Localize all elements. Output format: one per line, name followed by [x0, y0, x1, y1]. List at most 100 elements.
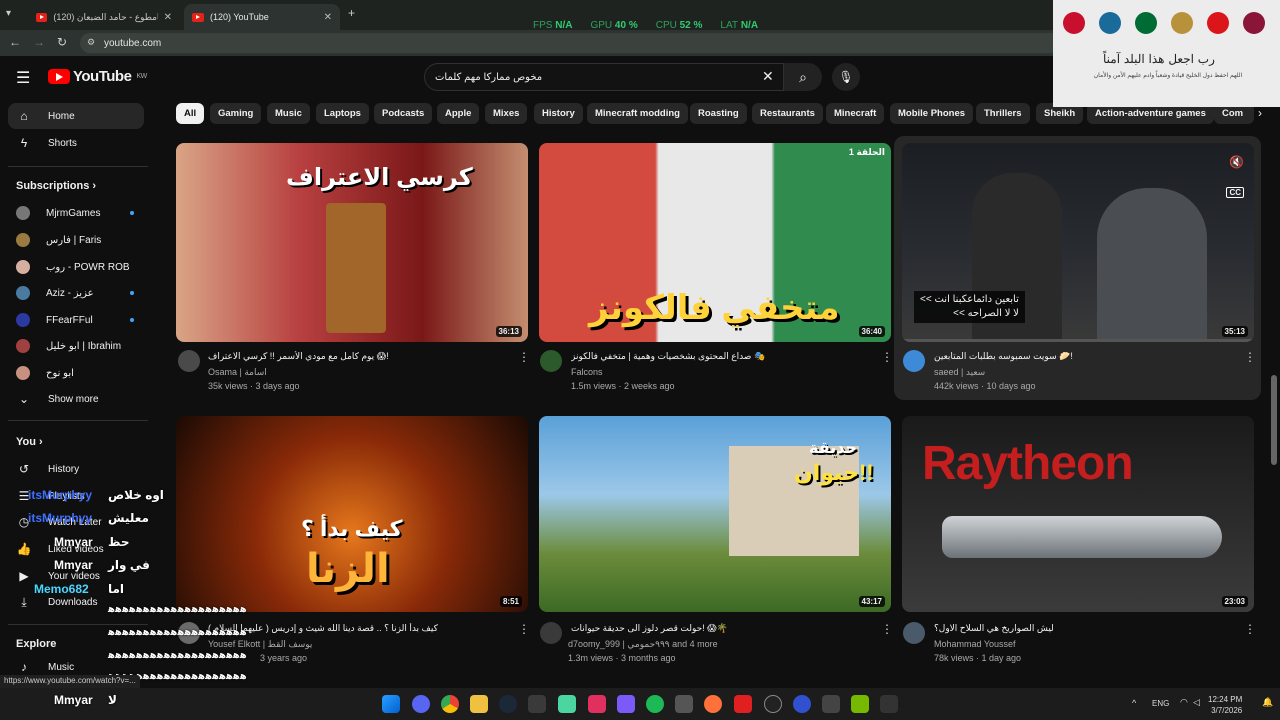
video-thumbnail[interactable]: Raytheon 23:03 [902, 416, 1254, 612]
mute-icon[interactable]: 🔇 [1229, 155, 1244, 169]
close-tab-icon[interactable]: ✕ [324, 12, 332, 23]
chip-8[interactable]: Minecraft modding [587, 103, 688, 124]
app-icon[interactable] [822, 695, 840, 713]
volume-icon[interactable]: ◁ [1193, 697, 1200, 708]
more-options-icon[interactable]: ⋮ [518, 350, 530, 364]
video-thumbnail[interactable]: << تابعين دائماعكبنا انت << لا لا الصراح… [902, 143, 1254, 342]
new-tab-button[interactable]: + [348, 6, 355, 20]
chip-11[interactable]: Minecraft [826, 103, 885, 124]
chip-9[interactable]: Roasting [690, 103, 747, 124]
chips-next-icon[interactable]: › [1258, 106, 1262, 120]
app-icon[interactable] [675, 695, 693, 713]
more-options-icon[interactable]: ⋮ [1244, 622, 1256, 636]
back-arrow-icon[interactable]: ← [9, 35, 21, 49]
youtube-logo[interactable]: YouTube KW [48, 68, 147, 85]
reload-icon[interactable]: ↻ [57, 35, 67, 49]
app-icon[interactable] [793, 695, 811, 713]
wifi-icon[interactable]: ◠ [1180, 697, 1188, 708]
sidebar-item-shorts[interactable]: ϟ Shorts [8, 130, 144, 156]
nvidia-icon[interactable] [851, 695, 869, 713]
tray-chevron-icon[interactable]: ^ [1132, 698, 1136, 708]
taskbar-clock[interactable]: 12:24 PM 3/7/2026 [1208, 694, 1242, 716]
video-channel[interactable]: Mohammad Youssef [934, 639, 1016, 649]
file-explorer-icon[interactable] [470, 695, 488, 713]
browser-tab-1[interactable]: (120) يامطوع - حامد الضبعان ✕ [28, 4, 180, 30]
channel-avatar[interactable] [540, 622, 562, 644]
sidebar-subscriptions-heading[interactable]: Subscriptions › [16, 180, 96, 192]
tab-list-icon[interactable]: ▾ [6, 8, 11, 19]
windows-start-icon[interactable] [382, 695, 400, 713]
app-icon[interactable] [558, 695, 576, 713]
sidebar-you-heading[interactable]: You › [16, 436, 43, 448]
chip-10[interactable]: Restaurants [752, 103, 823, 124]
video-title[interactable]: سويت سمبوسه بطلبات المتابعين 🥟! [934, 351, 1234, 362]
page-scrollbar-thumb[interactable] [1271, 375, 1277, 465]
chip-7[interactable]: History [534, 103, 583, 124]
channel-avatar[interactable] [540, 350, 562, 372]
app-icon[interactable] [588, 695, 606, 713]
hamburger-menu-icon[interactable]: ☰ [16, 68, 30, 88]
notification-icon[interactable]: 🔔 [1262, 697, 1273, 708]
video-channel[interactable]: Yousef Elkott | يوسف القط [208, 639, 312, 650]
address-bar[interactable]: ⚙ youtube.com [80, 33, 1060, 53]
firefox-icon[interactable] [704, 695, 722, 713]
obs-icon[interactable] [764, 695, 782, 713]
chip-3[interactable]: Laptops [316, 103, 369, 124]
sidebar-sub-1[interactable]: فارس | Faris [8, 227, 144, 253]
video-channel[interactable]: d7oomy_999 | ٩٩٩حمومي and 4 more [568, 639, 718, 650]
closed-captions-icon[interactable]: CC [1226, 187, 1244, 198]
clear-search-icon[interactable]: ✕ [762, 68, 774, 85]
app-icon[interactable] [617, 695, 635, 713]
video-thumbnail[interactable]: حديقة حيوان!! 43:17 [539, 416, 891, 612]
chip-6[interactable]: Mixes [485, 103, 528, 124]
video-thumbnail[interactable]: متخفي فالكونز الحلقة 1 36:40 [539, 143, 891, 342]
site-info-icon[interactable]: ⚙ [87, 37, 95, 48]
sidebar-item-home[interactable]: ⌂ Home [8, 103, 144, 129]
video-thumbnail[interactable]: كرسي الاعتراف 36:13 [176, 143, 528, 342]
sidebar-item-history[interactable]: ↺ History [8, 456, 144, 482]
video-title[interactable]: ليش الصواريخ هي السلاح الاول؟ [934, 623, 1234, 634]
chip-0[interactable]: All [176, 103, 205, 124]
more-options-icon[interactable]: ⋮ [1244, 350, 1256, 364]
chip-2[interactable]: Music [267, 103, 310, 124]
spotify-icon[interactable] [646, 695, 664, 713]
app-icon[interactable] [880, 695, 898, 713]
sidebar-sub-2[interactable]: روب - POWR ROB [8, 254, 144, 280]
sidebar-sub-5[interactable]: ابو خليل | Ibrahim [8, 333, 144, 359]
video-channel[interactable]: saeed | سعيد [934, 367, 985, 378]
chip-4[interactable]: Podcasts [374, 103, 433, 124]
video-channel[interactable]: Osama | اسامة [208, 367, 267, 378]
video-thumbnail[interactable]: كيف بدأ ؟ الزنا 8:51 [176, 416, 528, 612]
search-button[interactable]: ⌕ [784, 63, 822, 91]
sidebar-sub-0[interactable]: MjrmGames [8, 200, 144, 226]
close-tab-icon[interactable]: ✕ [164, 12, 172, 23]
chip-1[interactable]: Gaming [210, 103, 262, 124]
channel-avatar[interactable] [903, 622, 925, 644]
search-input[interactable]: مخوص ممارکا مهم کلمات [424, 63, 784, 91]
chrome-icon[interactable] [441, 695, 459, 713]
sidebar-show-more[interactable]: ⌄ Show more [8, 386, 144, 412]
video-title[interactable]: صداع المحتوى بشخصيات وهمية | متخفي فالكو… [571, 351, 871, 362]
discord-icon[interactable] [412, 695, 430, 713]
xbox-icon[interactable] [528, 695, 546, 713]
steam-icon[interactable] [499, 695, 517, 713]
chip-12[interactable]: Mobile Phones [890, 103, 974, 124]
forward-arrow-icon[interactable]: → [33, 35, 45, 49]
browser-tab-2[interactable]: (120) YouTube ✕ [184, 4, 340, 30]
more-options-icon[interactable]: ⋮ [518, 622, 530, 636]
more-options-icon[interactable]: ⋮ [881, 350, 893, 364]
video-channel[interactable]: Falcons [571, 367, 603, 377]
app-icon[interactable] [734, 695, 752, 713]
channel-avatar[interactable] [903, 350, 925, 372]
chip-5[interactable]: Apple [437, 103, 480, 124]
video-title[interactable]: كيف بدأ الزنا ؟ .. قصة دينا الله شيث و إ… [208, 623, 508, 634]
sidebar-sub-4[interactable]: FFearFFul [8, 307, 144, 333]
video-title[interactable]: يوم كامل مع مودي الأسمر !! كرسي الاعتراف… [208, 351, 508, 362]
language-indicator[interactable]: ENG [1152, 699, 1169, 708]
video-title[interactable]: حولت قصر دلوز الى حديقة حيوانات! 😱🌴 [571, 623, 871, 634]
sidebar-sub-3[interactable]: Aziz - عزيز [8, 280, 144, 306]
voice-search-button[interactable]: 🎙 [832, 63, 860, 91]
chip-13[interactable]: Thrillers [976, 103, 1030, 124]
channel-avatar[interactable] [178, 350, 200, 372]
more-options-icon[interactable]: ⋮ [881, 622, 893, 636]
